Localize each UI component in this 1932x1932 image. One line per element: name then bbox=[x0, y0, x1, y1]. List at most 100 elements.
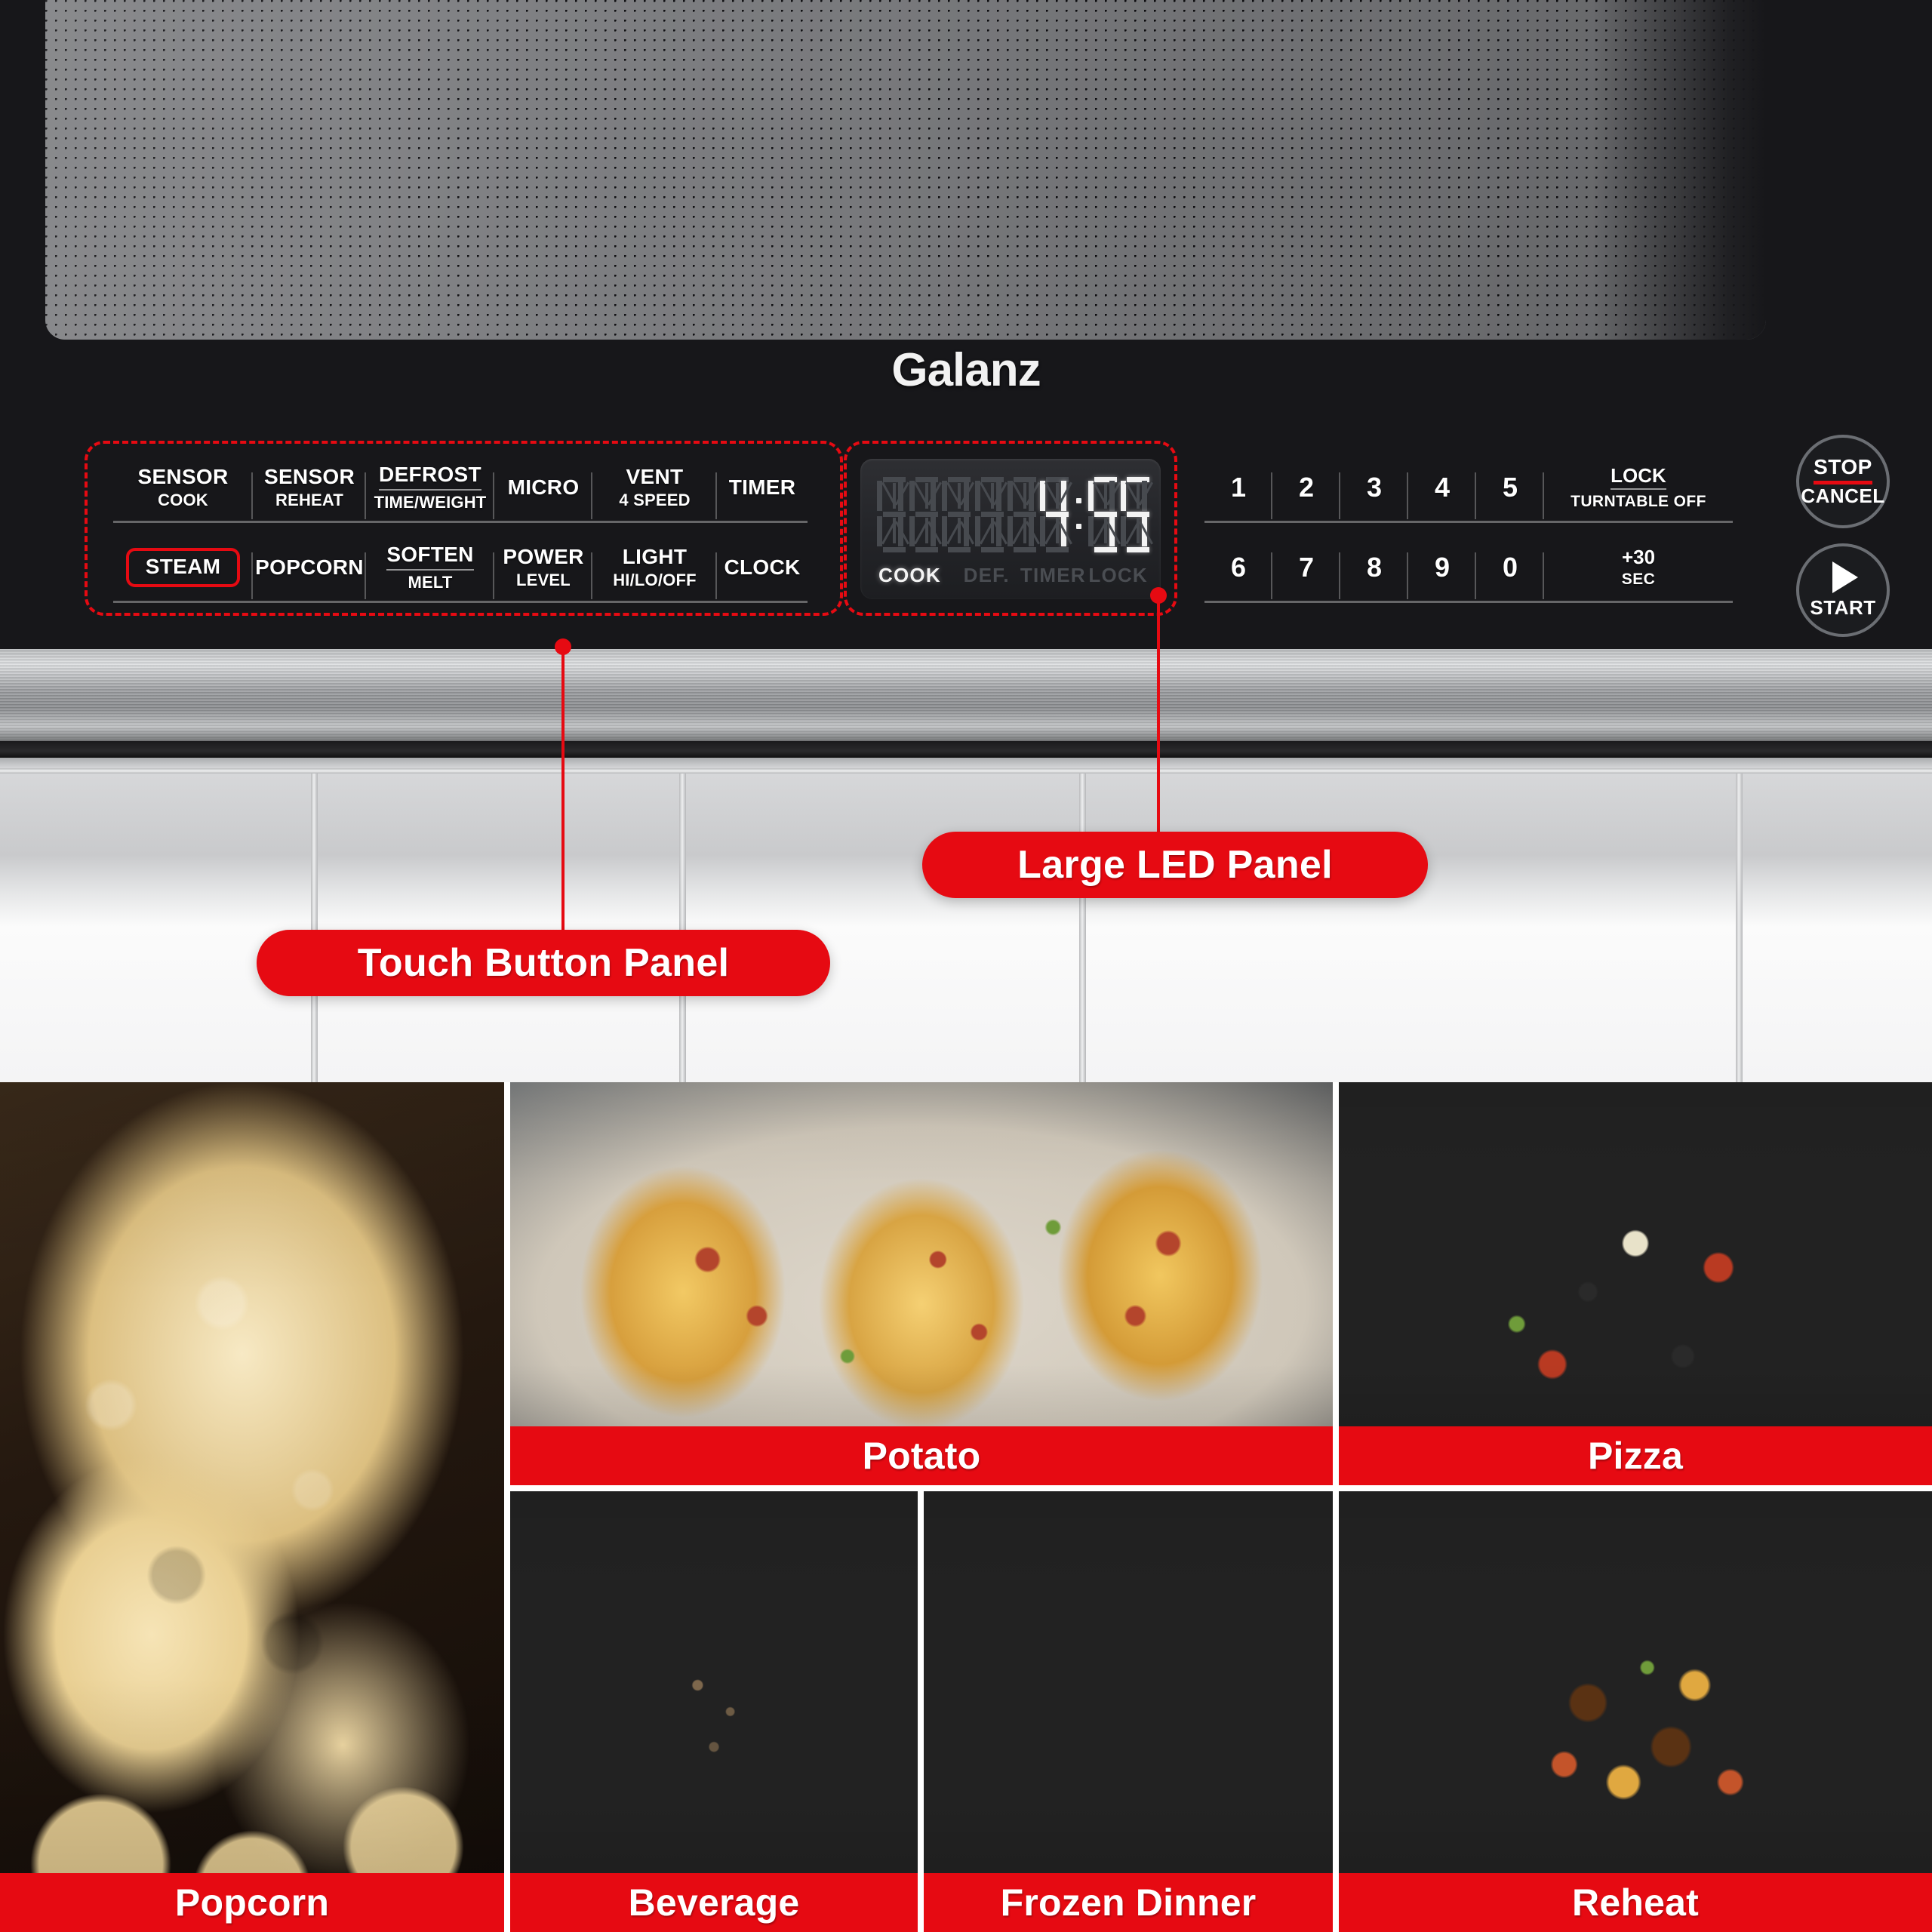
button-sensor-reheat[interactable]: SENSOR REHEAT bbox=[253, 453, 366, 522]
button-popcorn-line1: POPCORN bbox=[255, 555, 364, 579]
key-9-label: 9 bbox=[1434, 552, 1451, 583]
photo-vignette bbox=[1339, 1491, 1932, 1932]
led-colon bbox=[1072, 477, 1082, 552]
led-digit-hour bbox=[1040, 477, 1073, 552]
keypad-row-1-underline bbox=[1204, 521, 1733, 523]
cabinet-seam-h bbox=[0, 768, 1932, 774]
button-micro[interactable]: MICRO bbox=[494, 453, 592, 522]
led-digit-min-tens bbox=[1088, 477, 1121, 552]
food-cell-beverage: Beverage bbox=[510, 1491, 918, 1932]
key-8-label: 8 bbox=[1366, 552, 1383, 583]
key-add-30-sec[interactable]: +30 SEC bbox=[1544, 533, 1733, 602]
key-5[interactable]: 5 bbox=[1476, 453, 1544, 522]
button-defrost-line2: TIME/WEIGHT bbox=[374, 492, 487, 512]
food-caption-potato-label: Potato bbox=[862, 1435, 981, 1477]
button-vent[interactable]: VENT 4 SPEED bbox=[592, 453, 717, 522]
key-6[interactable]: 6 bbox=[1204, 533, 1272, 602]
button-vent-line1: VENT bbox=[626, 464, 684, 488]
button-sensor-reheat-line1: SENSOR bbox=[263, 464, 355, 488]
button-timer-line1: TIMER bbox=[728, 475, 796, 499]
button-sensor-cook[interactable]: SENSOR COOK bbox=[113, 453, 253, 522]
key-3[interactable]: 3 bbox=[1340, 453, 1408, 522]
key-add-30-line2: SEC bbox=[1621, 571, 1656, 589]
button-soften-melt[interactable]: SOFTEN MELT bbox=[366, 533, 494, 602]
food-cell-potato: Potato bbox=[510, 1082, 1333, 1485]
food-cell-pizza: Pizza bbox=[1339, 1082, 1932, 1485]
cabinet-top-edge bbox=[0, 758, 1932, 768]
touch-button-row-2: STEAM POPCORN SOFTEN MELT POWER LEVEL LI… bbox=[113, 533, 808, 602]
button-sensor-cook-line1: SENSOR bbox=[137, 464, 229, 488]
led-digit-slot-5 bbox=[1007, 477, 1040, 552]
key-5-label: 5 bbox=[1502, 472, 1518, 503]
food-cell-reheat: Reheat bbox=[1339, 1491, 1932, 1932]
food-preset-grid: Popcorn Potato Pizza Beverage Frozen Din… bbox=[0, 1082, 1932, 1932]
key-8[interactable]: 8 bbox=[1340, 533, 1408, 602]
callout-touch-panel: Touch Button Panel bbox=[257, 930, 830, 996]
key-4-label: 4 bbox=[1434, 472, 1451, 503]
key-lock-line2: TURNTABLE OFF bbox=[1571, 492, 1706, 510]
key-7-label: 7 bbox=[1298, 552, 1315, 583]
keypad-row-2: 6 7 8 9 0 +30 SEC bbox=[1204, 533, 1733, 602]
led-digit-row bbox=[877, 472, 1153, 557]
led-panel-leader-line bbox=[1157, 596, 1160, 833]
start-button[interactable]: START bbox=[1796, 543, 1890, 637]
button-steam-highlight-box: STEAM bbox=[125, 548, 241, 587]
led-digit-slot-1 bbox=[877, 477, 909, 552]
food-caption-potato: Potato bbox=[510, 1426, 1333, 1485]
key-6-label: 6 bbox=[1230, 552, 1247, 583]
door-shadow-blend bbox=[1592, 0, 1766, 340]
led-panel-leader-dot bbox=[1150, 587, 1167, 604]
photo-vignette bbox=[510, 1082, 1333, 1485]
door-glass-sheen bbox=[45, 0, 1766, 340]
button-clock[interactable]: CLOCK bbox=[717, 533, 808, 602]
key-9[interactable]: 9 bbox=[1408, 533, 1476, 602]
food-caption-popcorn-label: Popcorn bbox=[174, 1881, 330, 1924]
button-light-line1: LIGHT bbox=[622, 544, 688, 568]
brand-logo: Galanz bbox=[891, 344, 1041, 396]
under-trim-shadow bbox=[0, 741, 1932, 758]
led-digit-slot-4 bbox=[974, 477, 1008, 552]
button-sensor-cook-line2: COOK bbox=[158, 491, 208, 510]
key-4[interactable]: 4 bbox=[1408, 453, 1476, 522]
key-add-30-line1: +30 bbox=[1621, 546, 1656, 569]
button-defrost[interactable]: DEFROST TIME/WEIGHT bbox=[366, 453, 494, 522]
key-3-label: 3 bbox=[1366, 472, 1383, 503]
button-steam[interactable]: STEAM bbox=[113, 533, 253, 602]
play-triangle-icon bbox=[1832, 561, 1858, 593]
button-popcorn[interactable]: POPCORN bbox=[253, 533, 366, 602]
cancel-label: CANCEL bbox=[1801, 485, 1885, 507]
stop-label: STOP bbox=[1814, 455, 1872, 485]
key-0[interactable]: 0 bbox=[1476, 533, 1544, 602]
button-sensor-reheat-line2: REHEAT bbox=[275, 491, 344, 510]
button-micro-line1: MICRO bbox=[507, 475, 580, 499]
stop-cancel-button[interactable]: STOP CANCEL bbox=[1796, 435, 1890, 528]
led-status-cook: COOK bbox=[878, 563, 941, 586]
key-lock-turntable-off[interactable]: LOCK TURNTABLE OFF bbox=[1544, 453, 1733, 522]
button-light-line2: HI/LO/OFF bbox=[613, 571, 697, 590]
keypad-row-2-underline bbox=[1204, 601, 1733, 603]
button-soften-melt-line2: MELT bbox=[408, 572, 453, 592]
photo-vignette bbox=[0, 1082, 504, 1932]
photo-vignette bbox=[1339, 1082, 1932, 1485]
led-status-timer: TIMER bbox=[1020, 563, 1086, 586]
start-label: START bbox=[1810, 595, 1876, 619]
cabinet-seam-3 bbox=[1079, 758, 1086, 1082]
led-digit-min-ones bbox=[1120, 477, 1153, 552]
key-1[interactable]: 1 bbox=[1204, 453, 1272, 522]
key-7[interactable]: 7 bbox=[1272, 533, 1340, 602]
microwave-door-mesh bbox=[45, 0, 1766, 340]
food-cell-frozen-dinner: Frozen Dinner bbox=[924, 1491, 1333, 1932]
keypad-row-1: 1 2 3 4 5 LOCK TURNTABLE OFF bbox=[1204, 453, 1733, 522]
button-timer[interactable]: TIMER bbox=[717, 453, 808, 522]
product-feature-image: Galanz SENSOR COOK SENSOR REHEAT DEFROST bbox=[0, 0, 1932, 1932]
key-2[interactable]: 2 bbox=[1272, 453, 1340, 522]
touch-button-row-1: SENSOR COOK SENSOR REHEAT DEFROST TIME/W… bbox=[113, 453, 808, 522]
food-caption-beverage: Beverage bbox=[510, 1873, 918, 1932]
button-power-level[interactable]: POWER LEVEL bbox=[494, 533, 592, 602]
food-caption-popcorn: Popcorn bbox=[0, 1873, 504, 1932]
row-2-underline bbox=[113, 601, 808, 603]
callout-led-panel: Large LED Panel bbox=[922, 832, 1428, 898]
stainless-steel-trim bbox=[0, 649, 1932, 741]
button-light[interactable]: LIGHT HI/LO/OFF bbox=[592, 533, 717, 602]
key-lock-line1: LOCK bbox=[1611, 465, 1666, 490]
